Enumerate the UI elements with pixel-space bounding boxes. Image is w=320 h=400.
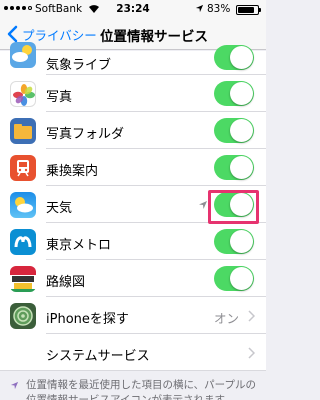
location-used-arrow-icon: [199, 201, 207, 209]
list-item-railway-map[interactable]: 路線図: [0, 260, 266, 297]
list-item-label: 写真: [46, 90, 73, 105]
weather-icon: [10, 192, 36, 218]
chevron-right-icon: [248, 347, 255, 359]
list-item-label: 東京メトロ: [46, 238, 112, 253]
location-toggle[interactable]: [214, 266, 254, 291]
list-item-label: 気象ライブ: [46, 58, 112, 73]
battery-percentage: 83%: [207, 3, 231, 15]
app-location-list: 気象ライブ 写真 写真フォルダ 乗換案内 天気 東京メトロ 路線図 iPhone…: [0, 42, 266, 371]
purple-location-arrow-icon: [10, 381, 19, 390]
list-item-find-iphone[interactable]: iPhoneを探す オン: [0, 297, 266, 334]
location-toggle[interactable]: [214, 118, 254, 143]
transit-icon: [10, 155, 36, 181]
list-item-photo-folder[interactable]: 写真フォルダ: [0, 112, 266, 149]
footer-note: 位置情報を最近使用した項目の横に、パープルの位置情報サービスアイコンが表示されま…: [0, 373, 266, 400]
footer-text: 位置情報を最近使用した項目の横に、パープルの位置情報サービスアイコンが表示されま…: [26, 379, 257, 400]
list-item-weather[interactable]: 天気: [0, 186, 266, 223]
battery-icon: [236, 5, 261, 15]
list-item-photos[interactable]: 写真: [0, 75, 266, 112]
list-item-label: 乗換案内: [46, 164, 99, 179]
location-arrow-icon: [195, 4, 204, 13]
location-toggle[interactable]: [214, 192, 254, 217]
list-item-label: 写真フォルダ: [46, 127, 125, 142]
status-value: オン: [213, 311, 239, 326]
chevron-left-icon: [7, 25, 18, 43]
find-iphone-icon: [10, 303, 36, 329]
back-button-label: プライバシー: [22, 27, 97, 43]
screen: SoftBank 23:24 83% プライバシー 位置情報サービス 気象ライブ…: [0, 0, 266, 400]
list-item-tokyo-metro[interactable]: 東京メトロ: [0, 223, 266, 260]
list-item-label: システムサービス: [46, 349, 150, 364]
list-item-system-services[interactable]: システムサービス: [0, 334, 266, 371]
list-item-label: 路線図: [46, 275, 86, 290]
location-toggle[interactable]: [214, 81, 254, 106]
location-toggle[interactable]: [214, 155, 254, 180]
weather-live-icon: [10, 42, 36, 68]
list-item-label: iPhoneを探す: [46, 312, 129, 327]
tokyo-metro-icon: [10, 229, 36, 255]
list-item-label: 天気: [46, 201, 73, 216]
chevron-right-icon: [248, 310, 255, 322]
location-toggle[interactable]: [214, 229, 254, 254]
list-item-transit[interactable]: 乗換案内: [0, 149, 266, 186]
railway-map-icon: [10, 266, 36, 292]
status-bar: SoftBank 23:24 83%: [0, 0, 266, 18]
page-title: 位置情報サービス: [100, 29, 208, 45]
location-toggle[interactable]: [214, 45, 254, 70]
photo-folder-icon: [10, 118, 36, 144]
photos-icon: [10, 81, 36, 107]
list-item-weather-live[interactable]: 気象ライブ: [0, 42, 266, 75]
